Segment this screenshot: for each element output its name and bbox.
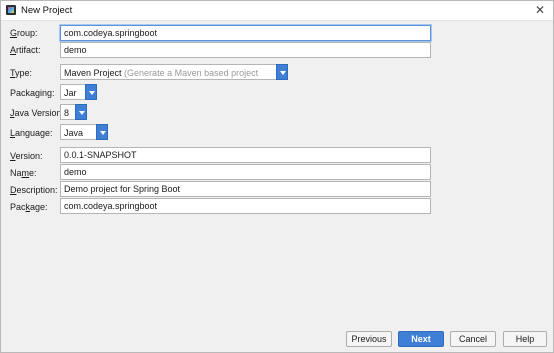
description-label: Description: (10, 185, 58, 195)
previous-button[interactable]: Previous (346, 331, 392, 347)
cancel-button[interactable]: Cancel (450, 331, 496, 347)
artifact-label: Artifact: (10, 45, 41, 55)
java-version-value: 8 (64, 108, 70, 118)
artifact-input[interactable]: demo (60, 42, 431, 58)
packaging-label: Packaging: (10, 88, 55, 98)
chevron-down-icon[interactable] (276, 64, 288, 80)
type-value: Maven Project (64, 68, 122, 78)
chevron-down-icon[interactable] (85, 84, 97, 100)
type-select[interactable]: Maven Project (Generate a Maven based pr… (60, 64, 288, 94)
help-button[interactable]: Help (503, 331, 547, 347)
type-label: Type: (10, 68, 33, 78)
language-label: Language: (10, 128, 53, 138)
java-version-select[interactable]: 8 (60, 104, 87, 120)
java-version-label: Java Version: (10, 108, 65, 118)
packaging-value: Jar (64, 88, 77, 98)
package-input[interactable]: com.codeya.springboot (60, 198, 431, 214)
title-bar: New Project ✕ (1, 1, 553, 21)
close-icon[interactable]: ✕ (535, 3, 545, 17)
app-icon (6, 5, 16, 15)
packaging-select[interactable]: Jar (60, 84, 97, 100)
version-label: Version: (10, 151, 43, 161)
new-project-dialog: New Project ✕ Group: com.codeya.springbo… (0, 0, 554, 353)
chevron-down-icon[interactable] (96, 124, 108, 140)
group-label: Group: (10, 28, 38, 38)
chevron-down-icon[interactable] (75, 104, 87, 120)
name-label: Name: (10, 168, 37, 178)
description-input[interactable]: Demo project for Spring Boot (60, 181, 431, 197)
name-input[interactable]: demo (60, 164, 431, 180)
version-input[interactable]: 0.0.1-SNAPSHOT (60, 147, 431, 163)
language-select[interactable]: Java (60, 124, 108, 140)
language-value: Java (64, 128, 84, 138)
package-label: Package: (10, 202, 48, 212)
window-title: New Project (21, 5, 73, 16)
group-input[interactable]: com.codeya.springboot (60, 25, 431, 41)
next-button[interactable]: Next (398, 331, 444, 347)
